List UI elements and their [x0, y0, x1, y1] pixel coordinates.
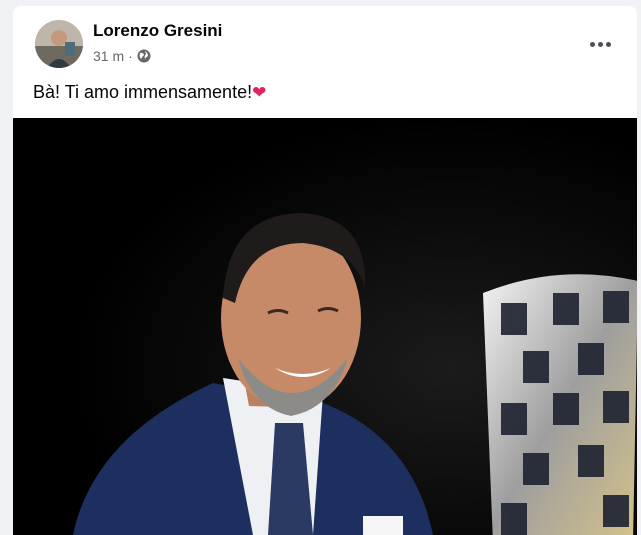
trophy — [483, 274, 637, 535]
globe-icon — [137, 49, 151, 63]
more-options-button[interactable] — [583, 27, 617, 61]
post-card: Lorenzo Gresini 31 m · Bà! Ti amo immens… — [13, 6, 637, 535]
post-photo[interactable] — [13, 118, 637, 535]
post-text: Bà! Ti amo immensamente!❤ — [33, 82, 266, 103]
more-dots-icon — [589, 41, 595, 47]
heart-emoji: ❤ — [252, 83, 267, 102]
meta-separator: · — [128, 48, 133, 64]
author-avatar[interactable] — [35, 20, 83, 68]
author-name[interactable]: Lorenzo Gresini — [93, 21, 222, 41]
post-timestamp[interactable]: 31 m — [93, 48, 124, 64]
photo-illustration — [13, 118, 637, 535]
post-meta: 31 m · — [93, 48, 151, 64]
post-message: Bà! Ti amo immensamente! — [33, 82, 253, 102]
